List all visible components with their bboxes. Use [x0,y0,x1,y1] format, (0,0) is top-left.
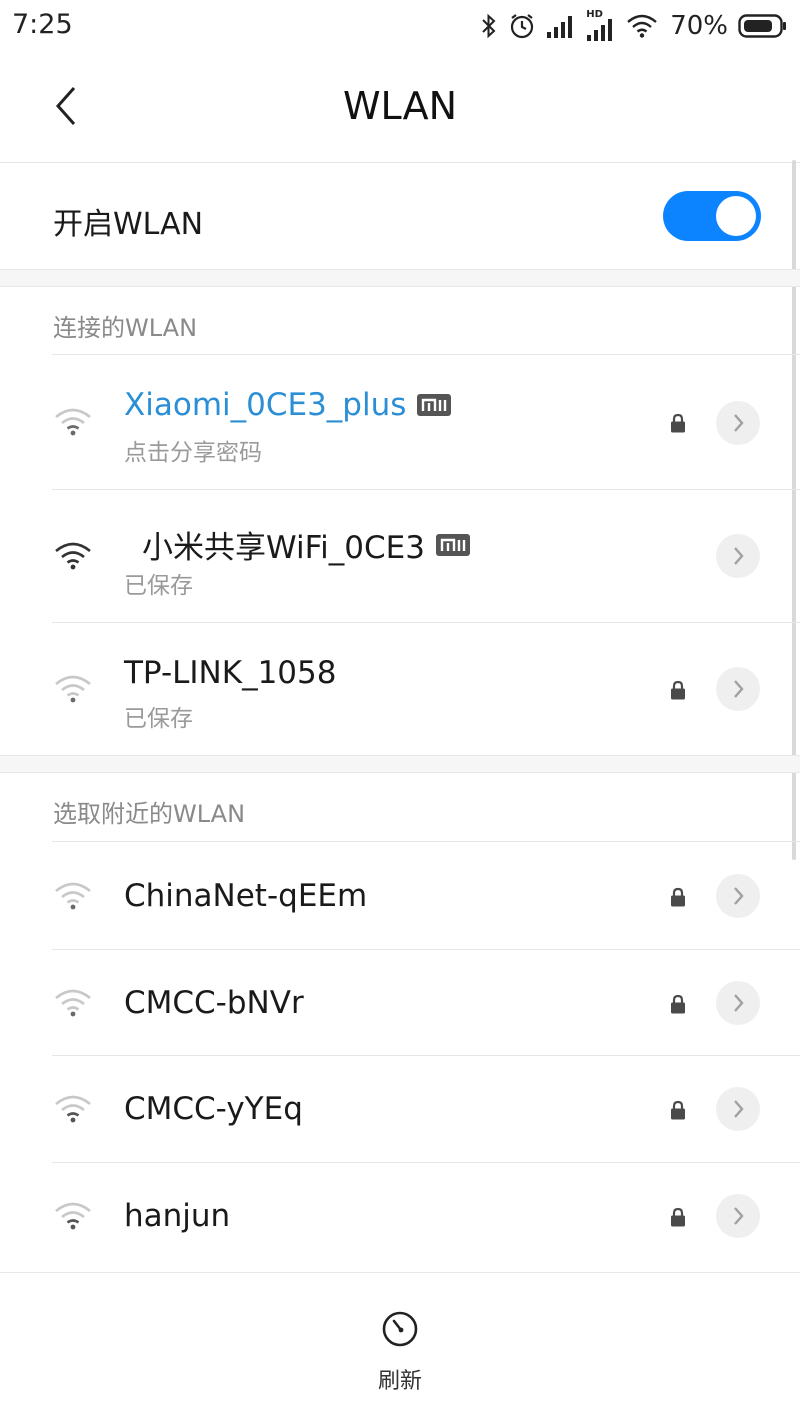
section-gap [0,269,800,287]
network-name: ChinaNet-qEEm [124,878,367,914]
refresh-icon [382,1311,418,1347]
network-name: CMCC-yYEq [124,1091,303,1127]
signal-hd-icon: HD [586,9,616,41]
chevron-right-icon [734,887,744,905]
network-name-text: 小米共享WiFi_0CE3 [142,530,425,566]
wifi-signal-weak-icon [55,989,91,1017]
wlan-toggle-switch[interactable] [663,191,761,241]
signal-icon [547,16,573,38]
network-name-text: hanjun [124,1198,231,1234]
bottom-action-bar: 刷新 [0,1272,800,1423]
status-icons: HD 70% [480,8,788,44]
refresh-label: 刷新 [377,1369,422,1394]
network-name: Xiaomi_0CE3_plus [124,387,452,423]
network-row-hanjun[interactable]: hanjun [0,1163,800,1269]
title-bar: WLAN [0,52,800,162]
section-header-nearby: 选取附近的WLAN [53,800,246,828]
bluetooth-icon [482,13,496,39]
wifi-icon [627,14,657,38]
network-row-chinanet[interactable]: ChinaNet-qEEm [0,842,800,949]
wifi-signal-medium-icon [55,1202,91,1230]
section-header-connected: 连接的WLAN [53,314,198,342]
wifi-signal-weak-icon [55,882,91,910]
network-name-text: Xiaomi_0CE3_plus [124,387,407,423]
network-row-xiaomi-shared[interactable]: 小米共享WiFi_0CE3 已保存 [0,490,800,622]
network-name-text: ChinaNet-qEEm [124,878,368,914]
lock-icon [671,680,685,700]
network-name: hanjun [124,1198,230,1234]
lock-icon [671,994,685,1014]
chevron-right-icon [734,547,744,565]
mi-logo-icon [417,394,452,416]
battery-percent: 70% [670,11,728,41]
chevron-right-icon [734,414,744,432]
lock-icon [671,1100,685,1120]
network-status: 点击分享密码 [124,440,262,466]
chevron-right-icon [734,994,744,1012]
wifi-signal-medium-icon [55,1095,91,1123]
network-details-button[interactable] [716,1194,760,1238]
network-details-button[interactable] [716,1087,760,1131]
refresh-button[interactable]: 刷新 [360,1309,440,1394]
chevron-right-icon [734,1207,744,1225]
chevron-right-icon [734,1100,744,1118]
section-gap [0,755,800,773]
lock-icon [671,887,685,907]
status-bar: 7:25 HD 70% [0,0,800,52]
network-details-button[interactable] [716,667,760,711]
mi-logo-icon [435,533,470,556]
battery-icon [738,14,786,38]
network-details-button[interactable] [716,534,760,578]
wlan-toggle-label: 开启WLAN [53,207,204,242]
wifi-signal-weak-icon [55,675,91,703]
wlan-toggle-row: 开启WLAN [0,163,800,269]
network-name: CMCC-bNVr [124,985,304,1021]
lock-icon [671,1207,685,1227]
network-status: 已保存 [124,573,193,599]
wifi-signal-strong-icon [55,542,91,570]
network-name-text: TP-LINK_1058 [124,655,337,691]
network-row-cmcc-bnvr[interactable]: CMCC-bNVr [0,950,800,1056]
alarm-icon [511,14,534,39]
network-name-text: CMCC-bNVr [124,985,304,1021]
network-status: 已保存 [124,706,193,732]
network-details-button[interactable] [716,401,760,445]
network-row-xiaomi-plus[interactable]: Xiaomi_0CE3_plus 点击分享密码 [0,355,800,489]
network-details-button[interactable] [716,981,760,1025]
toggle-knob [716,196,756,236]
network-row-cmcc-yyeq[interactable]: CMCC-yYEq [0,1056,800,1162]
wifi-signal-weak-icon [55,408,91,436]
network-name: TP-LINK_1058 [124,655,336,691]
status-time: 7:25 [12,9,73,40]
page-title: WLAN [342,84,458,128]
network-row-tp-link[interactable]: TP-LINK_1058 已保存 [0,623,800,755]
network-name: 小米共享WiFi_0CE3 [142,522,471,567]
network-details-button[interactable] [716,874,760,918]
network-name-text: CMCC-yYEq [124,1091,303,1127]
chevron-right-icon [734,680,744,698]
lock-icon [671,413,685,433]
